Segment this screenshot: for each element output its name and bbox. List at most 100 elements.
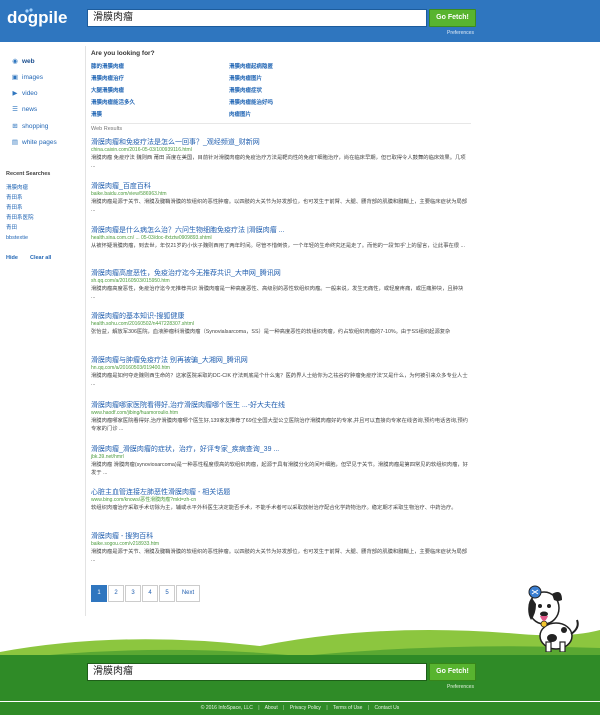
result-title-link[interactable]: 滑膜肉瘤与肿瘤免疫疗法 别再被骗_大湘网_腾讯网 <box>91 356 469 365</box>
page-3-button[interactable]: 3 <box>125 585 141 602</box>
result-snippet: 滑膜肉瘤是源于关节、滑膜及腱鞘滑膜的软组织的恶性肿瘤。以四肢的大关节为好发部位，… <box>91 199 468 213</box>
separator: | <box>326 705 328 711</box>
suggestion-link[interactable]: 滑膜肉瘤治疗 <box>91 74 124 82</box>
search-result: 滑膜肉瘤与肿瘤免疫疗法 别再被骗_大湘网_腾讯网 hn.qq.com/a/201… <box>91 356 469 388</box>
hide-recent-link[interactable]: Hide <box>6 255 18 261</box>
page-4-button[interactable]: 4 <box>142 585 158 602</box>
recent-search-item[interactable]: 青田系医院 <box>6 213 34 221</box>
rss-icon: ☰ <box>12 106 18 113</box>
search-result: 滑膜肉瘤高度恶性，免疫治疗迄今无推荐共识_大申网_腾讯网 sh.qq.com/a… <box>91 269 469 301</box>
recent-searches-title: Recent Searches <box>6 171 51 177</box>
footer-go-fetch-button[interactable]: Go Fetch! <box>429 663 476 681</box>
result-url: jbk.39.net/hmrl <box>91 454 124 460</box>
result-snippet: 从被怀疑滑膜肉瘤，到去世，年仅21岁的小伙子魏则西用了两年时间。尽管不惜倒债，一… <box>91 243 465 249</box>
nav-label: images <box>22 73 43 81</box>
suggestion-link[interactable]: 滑膜肉瘤图片 <box>229 74 262 82</box>
search-result: 心脏主血管连接左肺恶性滑膜肉瘤 - 相关话题 www.bing.com/know… <box>91 488 469 512</box>
recent-search-item[interactable]: 滑膜肉瘤 <box>6 183 28 191</box>
copyright-text: © 2016 InfoSpace, LLC <box>200 705 253 711</box>
footer-link-contact[interactable]: Contact Us <box>375 705 400 711</box>
suggestion-link[interactable]: 肉瘤图片 <box>229 110 251 118</box>
search-result: 滑膜肉瘤_百度百科 baike.baidu.com/view/586963.ht… <box>91 182 469 214</box>
footer-link-privacy[interactable]: Privacy Policy <box>290 705 321 711</box>
suggestion-link[interactable]: 滑膜肉瘤症状 <box>229 86 262 94</box>
result-snippet: 张怡益，解放军306医院，血液肿瘤科滑膜肉瘤（Synovialsarcoma，S… <box>91 329 451 335</box>
globe-icon: ◉ <box>12 58 18 65</box>
header: dogpile 滑膜肉瘤 Go Fetch! Preferences <box>0 0 600 42</box>
suggestion-link[interactable]: 膝的滑膜肉瘤 <box>91 62 124 70</box>
footer-search-bar: 滑膜肉瘤 Go Fetch! Preferences <box>0 655 600 701</box>
logo-text: dogpile <box>7 8 67 27</box>
search-result: 滑膜肉瘤和免疫疗法是怎么一回事？_观经频道_财新网 china.caixin.c… <box>91 138 469 170</box>
result-snippet: 滑膜肉瘤是如何夺走魏则西生命的？这家医院采取的DC-CIK 疗法到底是个什么鬼？… <box>91 373 468 387</box>
cart-icon: ⊞ <box>12 123 18 130</box>
phone-book-icon: ▤ <box>11 139 19 146</box>
result-title-link[interactable]: 滑膜肉瘤是什么病怎么治？六问生物细胞免疫疗法 |滑膜肉瘤 ... <box>91 226 469 235</box>
sidebar-divider <box>85 46 86 616</box>
suggestion-link[interactable]: 滑膜肉瘤能活多久 <box>91 98 135 106</box>
dogpile-logo[interactable]: dogpile <box>7 7 77 29</box>
result-title-link[interactable]: 滑膜肉瘤哪家医院看得好,治疗滑膜肉瘤哪个医生 ...-好大夫在线 <box>91 401 469 410</box>
recent-search-item[interactable]: bbstextie <box>6 235 28 241</box>
suggestion-link[interactable]: 滑膜肉瘤起病隐匿 <box>229 62 273 70</box>
clear-all-link[interactable]: Clear all <box>30 255 51 261</box>
nav-label: web <box>22 57 35 65</box>
search-result: 滑膜肉瘤哪家医院看得好,治疗滑膜肉瘤哪个医生 ...-好大夫在线 www.hao… <box>91 401 469 433</box>
recent-search-item[interactable]: 青田系 <box>6 193 23 201</box>
separator: | <box>258 705 260 711</box>
result-title-link[interactable]: 滑膜肉瘤高度恶性，免疫治疗迄今无推荐共识_大申网_腾讯网 <box>91 269 469 278</box>
nav-video[interactable]: ▶ video <box>11 89 38 98</box>
result-url: www.haodf.com/jibing/huamoroulio.htm <box>91 410 178 416</box>
nav-label: news <box>22 105 38 113</box>
nav-web[interactable]: ◉ web <box>11 57 35 66</box>
footer-search-input[interactable]: 滑膜肉瘤 <box>87 663 427 681</box>
result-title-link[interactable]: 滑膜肉瘤_百度百科 <box>91 182 469 191</box>
result-title-link[interactable]: 滑膜肉瘤_滑膜肉瘤的症状，治疗，好评专家_疾病查询_39 ... <box>91 445 469 454</box>
result-snippet: 滑膜肉瘤 滑膜肉瘤(synoviosarcoma)是一种恶性程度很高的软组织肉瘤… <box>91 462 468 476</box>
page-1-button[interactable]: 1 <box>91 585 107 602</box>
result-url: china.caixin.com/2016-05-03/100939116.ht… <box>91 147 192 153</box>
page-5-button[interactable]: 5 <box>159 585 175 602</box>
suggestion-link[interactable]: 滑膜 <box>91 110 102 118</box>
footer-link-terms[interactable]: Terms of Use <box>333 705 362 711</box>
recent-search-item[interactable]: 青田 <box>6 223 17 231</box>
result-snippet: 滑膜肉瘤 免疫疗法 魏则西 莆田 百度在美国，目前针对滑膜肉瘤的免疫治疗方法是靶… <box>91 155 466 169</box>
pagination: 1 2 3 4 5 Next <box>91 585 201 602</box>
recent-search-item[interactable]: 青田系 <box>6 203 23 211</box>
result-title-link[interactable]: 滑膜肉瘤 - 搜狗百科 <box>91 532 469 541</box>
web-results-label: Web Results <box>91 126 123 132</box>
separator: | <box>283 705 285 711</box>
search-result: 滑膜肉瘤_滑膜肉瘤的症状，治疗，好评专家_疾病查询_39 ... jbk.39.… <box>91 445 469 477</box>
nav-label: white pages <box>22 138 57 146</box>
next-page-button[interactable]: Next <box>176 585 200 602</box>
search-result: 滑膜肉瘤的基本知识-搜狐健康 health.sohu.com/20160502/… <box>91 312 469 336</box>
copyright-bar: © 2016 InfoSpace, LLC | About | Privacy … <box>0 702 600 715</box>
nav-label: shopping <box>22 122 49 130</box>
nav-images[interactable]: ▣ images <box>11 73 43 82</box>
play-icon: ▶ <box>12 90 18 97</box>
footer-link-about[interactable]: About <box>265 705 278 711</box>
nav-shopping[interactable]: ⊞ shopping <box>11 122 49 131</box>
camera-icon: ▣ <box>11 74 19 81</box>
divider <box>91 123 471 124</box>
search-input[interactable]: 滑膜肉瘤 <box>87 9 427 27</box>
search-result: 滑膜肉瘤 - 搜狗百科 baike.sogou.com/v218933.htm … <box>91 532 469 564</box>
nav-white-pages[interactable]: ▤ white pages <box>11 138 57 147</box>
result-title-link[interactable]: 滑膜肉瘤和免疫疗法是怎么一回事？_观经频道_财新网 <box>91 138 469 147</box>
suggestion-link[interactable]: 滑膜肉瘤能治好吗 <box>229 98 273 106</box>
result-url: baike.sogou.com/v218933.htm <box>91 541 160 547</box>
preferences-link[interactable]: Preferences <box>447 30 474 36</box>
page-2-button[interactable]: 2 <box>108 585 124 602</box>
result-url: baike.baidu.com/view/586963.htm <box>91 191 167 197</box>
search-result: 滑膜肉瘤是什么病怎么治？六问生物细胞免疫疗法 |滑膜肉瘤 ... health.… <box>91 226 469 250</box>
footer-preferences-link[interactable]: Preferences <box>447 684 474 690</box>
result-snippet: 软组织肉瘤治疗采取手术切除为主，辅或水平外科医生决定能否手术，不能手术者可以采取… <box>91 505 457 511</box>
result-title-link[interactable]: 心脏主血管连接左肺恶性滑膜肉瘤 - 相关话题 <box>91 488 469 497</box>
result-title-link[interactable]: 滑膜肉瘤的基本知识-搜狐健康 <box>91 312 469 321</box>
suggestion-link[interactable]: 大腿滑膜肉瘤 <box>91 86 124 94</box>
nav-news[interactable]: ☰ news <box>11 105 38 114</box>
result-snippet: 滑膜肉瘤高度恶性，免疫治疗迄今无推荐共识 滑膜肉瘤是一种高度恶性、高级别的恶性软… <box>91 286 464 300</box>
result-url: hn.qq.com/a/20160503/019400.htm <box>91 365 170 371</box>
separator: | <box>367 705 370 711</box>
go-fetch-button[interactable]: Go Fetch! <box>429 9 476 27</box>
